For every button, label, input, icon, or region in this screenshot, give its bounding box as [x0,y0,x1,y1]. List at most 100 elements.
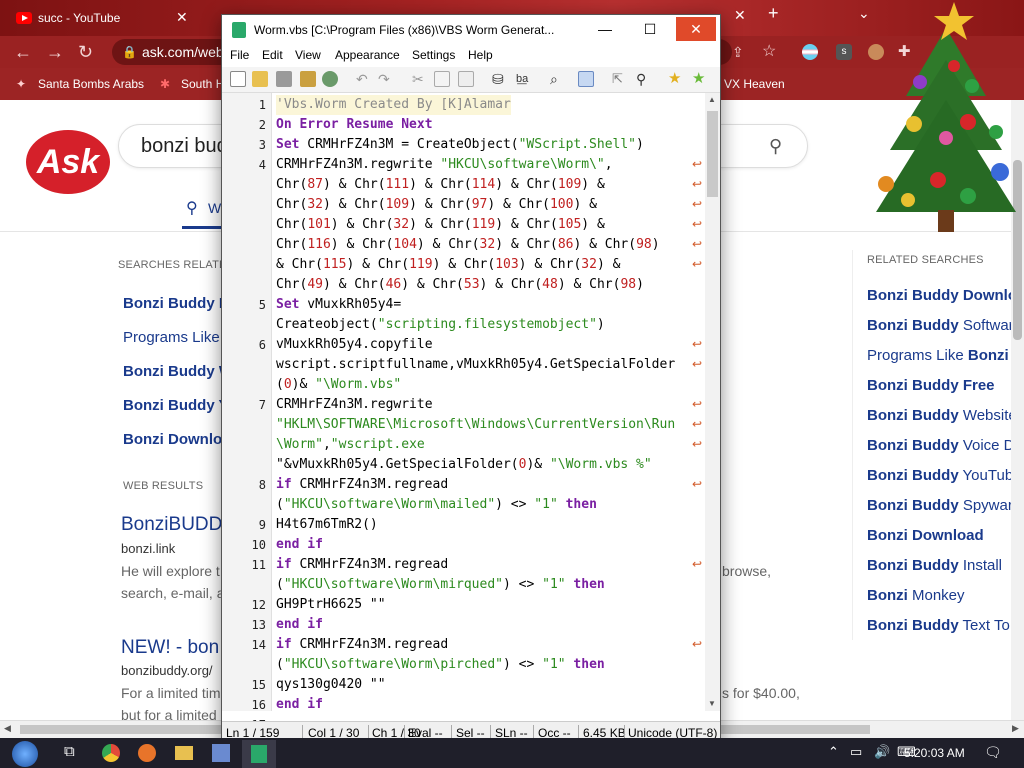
code-line: Set vMuxkRh05y4= [276,297,402,312]
menu-appearance[interactable]: Appearance [335,48,400,62]
related-search-link[interactable]: Bonzi Monkey [867,587,965,604]
related-search-link[interactable]: Bonzi Buddy Free [867,377,995,394]
code-line: "&vMuxkRh05y4.GetSpecialFolder(0)& "\Wor… [276,457,652,472]
tab-label: succ - YouTube [38,11,121,25]
related-search-link[interactable]: Bonzi Buddy Downlo [867,287,1017,304]
related-link[interactable]: Bonzi Downlo [123,431,222,448]
related-link[interactable]: Bonzi Buddy W [123,363,233,380]
forward-icon[interactable]: → [46,42,64,62]
related-search-link[interactable]: Bonzi Download [867,527,984,544]
menu-view[interactable]: View [295,48,321,62]
wrap-marker-icon: ↩ [692,557,703,571]
wrap-marker-icon: ↩ [692,397,703,411]
browse-icon[interactable] [300,71,316,87]
close-tab-icon[interactable]: ✕ [176,10,188,24]
related-search-link[interactable]: Bonzi Buddy Voice D [867,437,1015,454]
menu-file[interactable]: File [230,48,249,62]
star-icon[interactable]: ☆ [762,42,776,62]
menu-settings[interactable]: Settings [412,48,455,62]
result-title[interactable]: NEW! - bon [121,637,219,659]
scroll-left-icon[interactable]: ◀ [4,723,11,734]
code-line: ("HKCU\software\Worm\mirqued") <> "1" th… [276,577,605,592]
bookmark-vxheaven[interactable]: VX Heaven [724,77,785,91]
related-search-link[interactable]: Bonzi Buddy Text To [867,617,1010,634]
share-icon[interactable]: ⇪ [732,42,744,62]
christmas-tree-image [876,2,1016,232]
lock-icon: 🔒 [122,45,137,59]
line-number: 14 [251,638,266,652]
wrap-marker-icon: ↩ [692,417,703,431]
taskbar-app-icon[interactable] [212,744,230,762]
minimize-button[interactable]: — [585,17,625,41]
paste-icon[interactable] [458,71,474,87]
back-icon[interactable]: ← [14,42,32,62]
start-button[interactable] [12,741,38,767]
close-tab-icon[interactable]: ✕ [734,8,746,22]
notifications-icon[interactable]: 🗨 [984,744,1002,761]
menu-edit[interactable]: Edit [262,48,283,62]
file-explorer-icon[interactable] [175,746,193,760]
editor-titlebar[interactable]: Worm.vbs [C:\Program Files (x86)\VBS Wor… [222,15,720,45]
tab-web[interactable]: W [208,200,221,216]
zoom-icon[interactable]: ⇱ [612,71,628,87]
tab-youtube[interactable]: succ - YouTube [4,4,194,32]
code-line: qys130g0420 "" [276,677,386,692]
ask-logo[interactable]: Ask [26,130,110,194]
line-number: 5 [258,298,266,312]
network-icon[interactable]: ▭ [850,744,862,760]
maximize-button[interactable]: ☐ [630,17,670,41]
taskbar-editor-button[interactable] [242,740,276,768]
recode-icon[interactable] [322,71,338,87]
code-area[interactable]: 'Vbs.Worm Created By [K]Alamar On Error R… [276,93,704,711]
divider [852,250,853,640]
new-file-icon[interactable] [230,71,246,87]
add-favorite-icon[interactable]: ★ [692,71,708,87]
goto-icon[interactable]: ⌕ [550,71,566,87]
menu-help[interactable]: Help [468,48,493,62]
related-searches-title: RELATED SEARCHES [867,254,984,266]
search-icon[interactable]: ⚲ [769,125,782,167]
related-link[interactable]: Bonzi Buddy Y [123,397,229,414]
find-icon[interactable]: ⛁ [492,71,508,87]
line-number: 8 [258,478,266,492]
related-search-link[interactable]: Bonzi Buddy Softwar [867,317,1014,334]
extension-s-icon[interactable]: s [836,44,852,60]
new-tab-icon[interactable]: + [768,4,779,22]
close-button[interactable]: ✕ [676,17,716,41]
reload-icon[interactable]: ↻ [78,42,93,62]
redo-icon[interactable]: ↷ [378,71,394,87]
copy-icon[interactable] [434,71,450,87]
scroll-thumb[interactable] [707,111,718,197]
related-search-link[interactable]: Bonzi Buddy Install [867,557,1002,574]
save-icon[interactable] [276,71,292,87]
favorites-icon[interactable]: ★ [668,71,684,87]
scroll-up-icon[interactable]: ▲ [708,95,716,104]
related-search-link[interactable]: Bonzi Buddy Website [867,407,1017,424]
task-view-icon[interactable]: ⧉ [64,743,75,760]
cut-icon[interactable]: ✂ [412,71,428,87]
related-link[interactable]: Programs Like [123,329,220,346]
code-line: "HKLM\SOFTWARE\Microsoft\Windows\Current… [276,417,676,432]
bookmark-south[interactable]: South H [181,77,224,91]
zoom-in-icon[interactable]: ⚲ [636,71,652,87]
chrome-icon[interactable] [102,744,120,762]
window-title: Worm.vbs [C:\Program Files (x86)\VBS Wor… [254,23,555,37]
extension-icon[interactable] [802,44,818,60]
volume-icon[interactable]: 🔊 [874,744,890,760]
replace-icon[interactable]: b͟a [516,71,532,87]
result-title[interactable]: BonziBUDD [121,514,222,536]
editor-toolbar: ↶ ↷ ✂ ⛁ b͟a ⌕ ⇱ ⚲ ★ ★ [222,67,720,93]
related-search-link[interactable]: Bonzi Buddy YouTub [867,467,1013,484]
bookmark-santa[interactable]: Santa Bombs Arabs [38,77,144,91]
chevron-up-icon[interactable]: ⌃ [828,744,839,760]
clock[interactable]: 5:20:03 AM [904,746,965,760]
scroll-down-icon[interactable]: ▼ [708,699,716,708]
undo-icon[interactable]: ↶ [356,71,372,87]
scroll-right-icon[interactable]: ▶ [1012,723,1019,734]
wordwrap-icon[interactable] [578,71,594,87]
firefox-icon[interactable] [138,744,156,762]
related-search-link[interactable]: Programs Like Bonzi [867,347,1009,364]
open-folder-icon[interactable] [252,71,268,87]
related-link[interactable]: Bonzi Buddy D [123,295,230,312]
related-search-link[interactable]: Bonzi Buddy Spyware [867,497,1021,514]
